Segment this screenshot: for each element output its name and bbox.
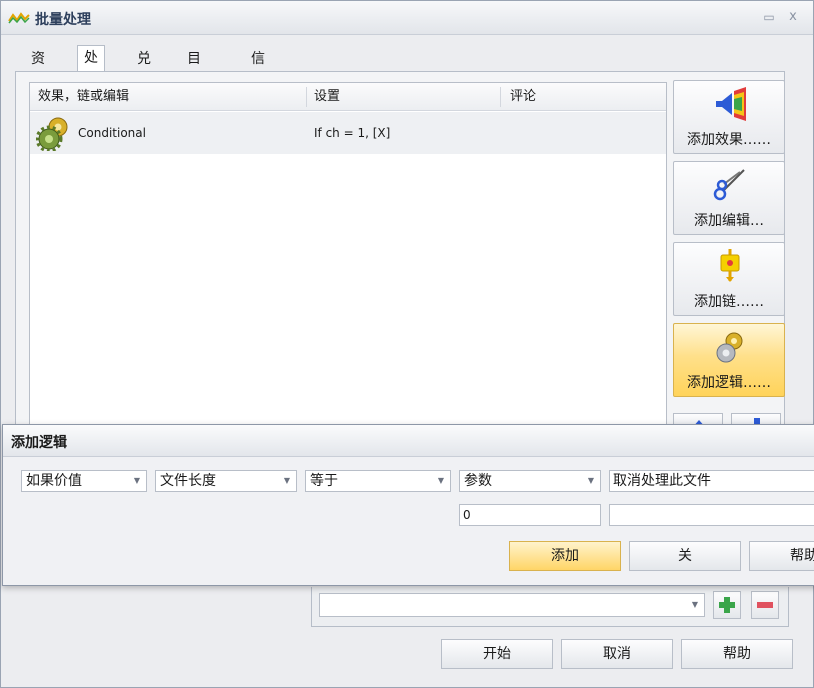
minimize-button[interactable]: ▭ <box>761 7 777 27</box>
dialog-add-button[interactable]: 添加 <box>509 541 621 571</box>
help-button[interactable]: 帮助 <box>681 639 793 669</box>
operand-select-value: 参数 <box>464 473 492 489</box>
column-header-effect[interactable]: 效果，链或编辑 <box>38 83 129 111</box>
column-header-settings[interactable]: 设置 <box>314 83 340 111</box>
chevron-down-icon: ▼ <box>587 476 594 485</box>
speaker-spectrum-icon <box>716 87 746 121</box>
field-select[interactable]: 文件长度 ▼ <box>155 470 297 492</box>
row-settings: If ch = 1, [X] <box>314 126 391 140</box>
add-effect-button[interactable]: 添加效果…… <box>673 80 785 154</box>
remove-preset-button[interactable] <box>751 591 779 619</box>
tab-source[interactable]: 资源 <box>25 47 51 91</box>
value-input-value: 0 <box>463 508 471 522</box>
action-select-value: 取消处理此文件 <box>613 473 711 489</box>
action-select[interactable]: 取消处理此文件 <box>609 470 814 492</box>
row-effect-name: Conditional <box>78 126 146 140</box>
add-chain-label: 添加链…… <box>694 294 764 310</box>
dialog-help-button[interactable]: 帮助 <box>749 541 814 571</box>
gear-icon <box>36 117 68 151</box>
preset-combo[interactable]: ▼ <box>319 593 705 617</box>
chevron-down-icon: ▼ <box>437 476 444 485</box>
dialog-title-bar: 添加逻辑 <box>3 425 814 457</box>
tab-destination[interactable]: 目的地 <box>181 47 207 115</box>
add-logic-button[interactable]: 添加逻辑…… <box>673 323 785 397</box>
add-edit-button[interactable]: 添加编辑… <box>673 161 785 235</box>
add-logic-label: 添加逻辑…… <box>687 375 771 391</box>
tab-convert[interactable]: 兑换 <box>131 47 157 91</box>
operator-select[interactable]: 等于 ▼ <box>305 470 451 492</box>
start-button[interactable]: 开始 <box>441 639 553 669</box>
scissors-icon <box>713 169 745 201</box>
add-edit-label: 添加编辑… <box>694 213 764 229</box>
tab-info[interactable]: 信息 <box>245 47 271 91</box>
condition-select[interactable]: 如果价值 ▼ <box>21 470 147 492</box>
app-wave-icon <box>8 12 30 24</box>
chevron-down-icon: ▼ <box>283 476 290 485</box>
operator-select-value: 等于 <box>310 473 338 489</box>
gears-icon <box>716 332 743 363</box>
condition-select-value: 如果价值 <box>26 473 82 489</box>
add-effect-label: 添加效果…… <box>687 132 771 148</box>
field-select-value: 文件长度 <box>160 473 216 489</box>
add-logic-dialog: 添加逻辑 如果价值 ▼ 文件长度 ▼ 等于 ▼ 参数 ▼ 取消处理此文件 0 添… <box>2 424 814 586</box>
minus-icon <box>757 602 773 608</box>
column-divider[interactable] <box>306 87 307 107</box>
chevron-down-icon: ▼ <box>691 600 698 609</box>
plus-icon <box>719 597 735 613</box>
column-header-comment[interactable]: 评论 <box>510 83 536 111</box>
chevron-down-icon: ▼ <box>133 476 140 485</box>
operand-select[interactable]: 参数 ▼ <box>459 470 601 492</box>
close-button[interactable]: x <box>785 7 801 27</box>
chain-icon <box>720 249 740 282</box>
dialog-title: 添加逻辑 <box>11 435 67 451</box>
column-divider[interactable] <box>500 87 501 107</box>
list-item[interactable]: Conditional If ch = 1, [X] <box>30 112 666 154</box>
cancel-button[interactable]: 取消 <box>561 639 673 669</box>
extra-value-input[interactable] <box>609 504 814 526</box>
window-title: 批量处理 <box>35 12 91 28</box>
tab-process[interactable]: 处理 <box>77 45 105 90</box>
title-bar: 批量处理 ▭ x <box>1 1 813 35</box>
add-chain-button[interactable]: 添加链…… <box>673 242 785 316</box>
value-input[interactable]: 0 <box>459 504 601 526</box>
list-header: 效果，链或编辑 设置 评论 <box>30 83 666 111</box>
process-list[interactable]: 效果，链或编辑 设置 评论 Conditional If ch = 1, [X] <box>29 82 667 427</box>
dialog-close-button[interactable]: 关 <box>629 541 741 571</box>
add-preset-button[interactable] <box>713 591 741 619</box>
